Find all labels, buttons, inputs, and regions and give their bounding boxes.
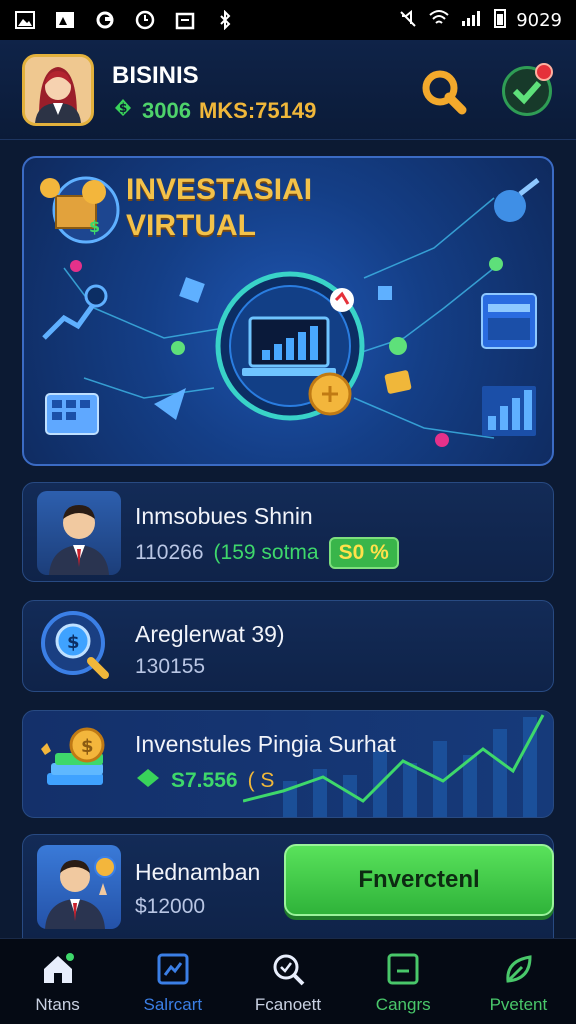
bottom-nav: Ntans Salrcart Fcanoett Cangrs Pvetent xyxy=(0,938,576,1024)
banner-title-line2: VIRTUAL xyxy=(126,209,256,242)
nav-item-chart[interactable]: Salrcart xyxy=(115,939,230,1024)
card-2-title: Areglerwat 39) xyxy=(135,621,285,647)
svg-text:$: $ xyxy=(81,736,94,757)
businessman-wave-avatar xyxy=(37,845,121,929)
card-2-value: 130155 xyxy=(135,655,206,678)
investment-banner[interactable]: $ INVESTASIAI VIRTUAL xyxy=(22,156,554,466)
image-icon xyxy=(54,9,76,31)
notification-button[interactable] xyxy=(502,63,553,116)
signal-icon xyxy=(460,9,484,32)
nav-label-chart: Salrcart xyxy=(143,995,203,1014)
status-time: 9029 xyxy=(516,9,562,31)
status-bar: 9029 xyxy=(0,0,576,40)
money-icon xyxy=(135,767,161,795)
nav-label-home: Ntans xyxy=(35,995,80,1014)
gallery-icon xyxy=(14,9,36,31)
nav-item-search[interactable]: Fcanoett xyxy=(230,939,345,1024)
card-icon xyxy=(387,953,419,985)
user-name: BISINIS xyxy=(112,62,199,89)
app-header: BISINIS $ 3006 MKS:75149 xyxy=(0,40,576,140)
search-button[interactable] xyxy=(418,66,468,116)
nav-item-home[interactable]: Ntans xyxy=(0,939,115,1024)
clock-icon xyxy=(134,9,156,31)
money-icon: $ xyxy=(112,96,134,125)
leaf-icon xyxy=(506,955,532,983)
card-2-details: 130155 xyxy=(135,655,205,679)
businessman-avatar xyxy=(37,491,121,575)
magnifier-coin-icon: $ xyxy=(37,607,117,687)
bluetooth-icon xyxy=(214,9,236,31)
card-4-title: Hednamban xyxy=(135,859,261,885)
mute-icon xyxy=(398,8,418,33)
investment-card-2[interactable]: $ Areglerwat 39) 130155 xyxy=(22,600,554,692)
investment-card-3[interactable]: $ Invenstules Pingia Surhat S7.556 ( S xyxy=(22,710,554,818)
card-3-title: Invenstules Pingia Surhat xyxy=(135,731,396,757)
banner-title-line1: INVESTASIAI xyxy=(126,173,313,206)
nav-item-leaf[interactable]: Pvetent xyxy=(461,939,576,1024)
card-1-value: 110266 xyxy=(135,541,204,564)
svg-text:$: $ xyxy=(67,632,80,653)
search-icon xyxy=(273,954,305,986)
search-icon xyxy=(422,70,467,115)
card-1-details: 110266 (159 sotma S0 % xyxy=(135,537,399,569)
nav-item-card[interactable]: Cangrs xyxy=(346,939,461,1024)
notification-dot xyxy=(535,63,553,81)
box-icon xyxy=(174,9,196,31)
coin-stack-icon: $ xyxy=(37,725,121,805)
svg-text:$: $ xyxy=(89,217,100,236)
investment-card-1[interactable]: Inmsobues Shnin 110266 (159 sotma S0 % xyxy=(22,482,554,582)
card-1-paren: (159 sotma xyxy=(213,541,319,564)
wifi-icon xyxy=(428,9,450,32)
card-3-chart-bg xyxy=(243,714,545,817)
banner-title: INVESTASIAI VIRTUAL xyxy=(126,172,312,244)
nav-label-leaf: Pvetent xyxy=(489,995,548,1014)
svg-text:$: $ xyxy=(119,101,127,115)
balance-stock: MKS:75149 xyxy=(198,97,317,123)
chart-icon xyxy=(157,953,189,985)
home-icon xyxy=(43,953,74,983)
card-3-details: S7.556 ( S xyxy=(135,767,274,795)
balance-amount: 3006 xyxy=(142,97,191,123)
card-3-amount: S7.556 xyxy=(171,769,238,792)
sync-icon xyxy=(94,9,116,31)
nav-label-search: Fcanoett xyxy=(254,995,322,1014)
invest-button[interactable]: Fnverctenl xyxy=(284,844,554,916)
card-1-title: Inmsobues Shnin xyxy=(135,503,313,529)
card-1-badge: S0 % xyxy=(328,537,399,569)
battery-icon xyxy=(494,8,507,33)
card-3-paren: ( S xyxy=(247,769,275,792)
card-4-details: $12000 xyxy=(135,895,205,919)
avatar[interactable] xyxy=(22,54,94,126)
balance-line: $ 3006 MKS:75149 xyxy=(112,96,316,125)
card-4-amount: $12000 xyxy=(135,895,206,918)
nav-label-card: Cangrs xyxy=(375,995,431,1014)
